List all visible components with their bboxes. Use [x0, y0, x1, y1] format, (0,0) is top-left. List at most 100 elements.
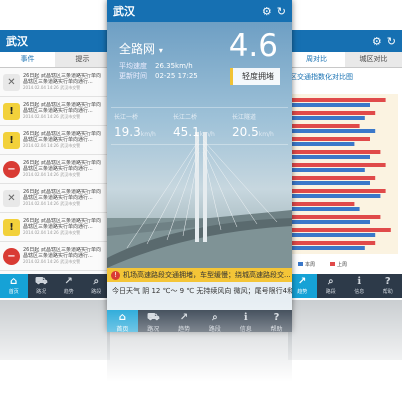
legend-swatch: [298, 262, 303, 266]
network-label: 全路网: [119, 42, 156, 56]
road-item-1[interactable]: 长江一桥 19.3km/h: [111, 112, 170, 140]
road-speed-list: 长江一桥 19.3km/h 长江二桥 45.1km/h 长江隧道 20.5km/h: [111, 107, 288, 145]
nav-info-right[interactable]: ℹ 信息: [345, 274, 374, 298]
list-item[interactable]: !26日起 武昌辖区三条道路实行单向昌辖区三条道路实行单向通行...2014.0…: [0, 126, 110, 155]
bar-this-week: [292, 124, 360, 128]
nav-traffic[interactable]: ⛟ 路况: [138, 310, 169, 332]
bar-last-week: [292, 168, 365, 172]
left-bottom-nav: ⌂ 首页 ⛟ 路况 ↗ 趋势 ⌕ 路段: [0, 274, 110, 298]
left-city-title: 武汉: [6, 35, 28, 48]
tab-events[interactable]: 事件: [0, 52, 55, 67]
nav-info-label: 信息: [239, 326, 252, 332]
nav-road-right[interactable]: ⌕ 路段: [317, 274, 346, 298]
traffic-alert-banner[interactable]: ! 机场高速路段交通拥堵，车型缓慢；绕城高速路段交...: [107, 268, 292, 282]
road-speed: 45.1: [173, 125, 200, 139]
nav-road-right-label: 路段: [325, 289, 336, 295]
event-source: 武汉市交警: [60, 143, 81, 148]
bar-last-week: [292, 129, 376, 133]
list-item[interactable]: −26日起 武昌辖区三条道路实行单向 昌辖区三条道路实行单向通行... 2014.0…: [0, 155, 110, 184]
nav-road-label: 路段: [91, 289, 102, 295]
event-date: 2014.02.04 14:26: [23, 114, 59, 119]
car-icon: ⛟: [34, 276, 48, 287]
warning-icon: !: [3, 131, 20, 149]
legend-label: 上周: [337, 261, 347, 268]
center-phone-reflection: [107, 332, 292, 392]
avg-speed-value: 26.35km/h: [155, 62, 193, 70]
nav-help-right-label: 帮助: [382, 289, 393, 295]
road-item-2[interactable]: 长江二桥 45.1km/h: [170, 112, 229, 140]
nav-trend-right[interactable]: ↗ 趋势: [288, 274, 317, 298]
refresh-icon[interactable]: ↻: [387, 35, 396, 48]
nav-traffic-label: 路况: [36, 289, 47, 295]
bar-last-week: [292, 116, 365, 120]
car-icon: ⛟: [146, 312, 160, 323]
right-phone-reflection: [288, 300, 402, 360]
bar-last-week: [292, 194, 381, 198]
nav-home-label: 首页: [116, 326, 129, 332]
list-item[interactable]: !26日起 武昌辖区三条道路实行单向昌辖区三条道路实行单向通行...2014.0…: [0, 97, 110, 126]
event-date: 2014.02.04 14:26: [23, 230, 59, 235]
event-date: 2014.02.04 14:26: [23, 143, 59, 148]
tools-icon: ✕: [3, 189, 20, 207]
info-icon: ℹ: [357, 276, 362, 287]
nav-help-right[interactable]: ? 帮助: [374, 274, 402, 298]
event-source: 武汉市交警: [60, 85, 81, 90]
tab-week-compare[interactable]: 周对比: [288, 52, 345, 67]
search-icon: ⌕: [93, 276, 100, 287]
nav-trend[interactable]: ↗ 趋势: [169, 310, 200, 332]
nav-traffic[interactable]: ⛟ 路况: [28, 274, 56, 298]
event-list: ✕ 26日起 武昌辖区三条道路实行单向 昌辖区三条道路实行单向通行... 2014.0…: [0, 68, 110, 298]
search-icon: ⌕: [327, 276, 334, 287]
network-stats: 平均速度 26.35km/h 更新时间 02-25 17:25: [119, 61, 198, 81]
nav-road[interactable]: ⌕ 路段: [83, 274, 111, 298]
event-text: 26日起 武昌辖区三条道路实行单向昌辖区三条道路实行单向通行...2014.02…: [23, 102, 107, 120]
list-item[interactable]: !26日起 武昌辖区三条道路实行单向昌辖区三条道路实行单向通行...2014.0…: [0, 213, 110, 242]
right-bottom-nav: ↗ 趋势 ⌕ 路段 ℹ 信息 ? 帮助: [288, 274, 402, 298]
list-item[interactable]: ✕ 26日起 武昌辖区三条道路实行单向 昌辖区三条道路实行单向通行... 2014.0…: [0, 184, 110, 213]
nav-trend-label: 趋势: [63, 289, 74, 295]
nav-info[interactable]: ℹ 信息: [230, 310, 261, 332]
center-city-title: 武汉: [113, 5, 135, 18]
nav-road-label: 路段: [208, 326, 221, 332]
event-text: 26日起 武昌辖区三条道路实行单向昌辖区三条道路实行单向通行...2014.02…: [23, 218, 107, 236]
tab-tips[interactable]: 提示: [55, 52, 110, 67]
left-phone-events-screen: 武汉 事件 提示 ✕ 26日起 武昌辖区三条道路实行单向 昌辖区三条道路实行单向通行…: [0, 30, 110, 298]
list-item[interactable]: ✕ 26日起 武昌辖区三条道路实行单向 昌辖区三条道路实行单向通行... 2014.0…: [0, 68, 110, 97]
tab-district-compare[interactable]: 城区对比: [345, 52, 402, 67]
alert-text: 机场高速路段交通拥堵，车型缓慢；绕城高速路段交...: [123, 271, 291, 279]
road-name: 长江一桥: [114, 114, 139, 121]
event-date: 2014.02.04 14:26: [23, 85, 59, 90]
nav-trend-label: 趋势: [178, 326, 191, 332]
nav-trend[interactable]: ↗ 趋势: [55, 274, 83, 298]
road-item-3[interactable]: 长江隧道 20.5km/h: [229, 112, 288, 140]
bar-last-week: [292, 207, 360, 211]
refresh-icon[interactable]: ↻: [277, 5, 286, 18]
home-icon: ⌂: [118, 312, 126, 323]
chart-heading: 区交通指数化对比图: [290, 73, 353, 81]
settings-gear-icon[interactable]: ⚙: [372, 35, 382, 48]
alert-icon: !: [111, 270, 120, 280]
nav-home[interactable]: ⌂ 首页: [107, 310, 138, 332]
list-item[interactable]: −26日起 武昌辖区三条道路实行单向 昌辖区三条道路实行单向通行... 2014.0…: [0, 242, 110, 271]
nav-road[interactable]: ⌕ 路段: [199, 310, 230, 332]
event-text: 26日起 武昌辖区三条道路实行单向昌辖区三条道路实行单向通行...2014.02…: [23, 247, 107, 265]
legend-label: 本周: [305, 261, 315, 268]
nav-home[interactable]: ⌂ 首页: [0, 274, 28, 298]
bar-last-week: [292, 142, 355, 146]
nav-help[interactable]: ? 帮助: [261, 310, 292, 332]
bar-this-week: [292, 176, 376, 180]
nav-home-label: 首页: [8, 289, 19, 295]
right-tabs: 周对比 城区对比: [288, 52, 402, 68]
event-date: 2014.02.04 14:26: [23, 172, 59, 177]
event-source: 武汉市交警: [60, 172, 81, 177]
bar-this-week: [292, 137, 370, 141]
settings-gear-icon[interactable]: ⚙: [262, 5, 272, 18]
trend-icon: ↗: [64, 276, 73, 287]
trend-icon: ↗: [179, 312, 189, 323]
event-date: 2014.02.04 14:26: [23, 201, 59, 206]
road-speed: 19.3: [114, 125, 141, 139]
network-selector[interactable]: 全路网 ▾: [119, 40, 163, 57]
bar-this-week: [292, 150, 381, 154]
nav-help-label: 帮助: [270, 326, 283, 332]
search-icon: ⌕: [212, 312, 218, 323]
